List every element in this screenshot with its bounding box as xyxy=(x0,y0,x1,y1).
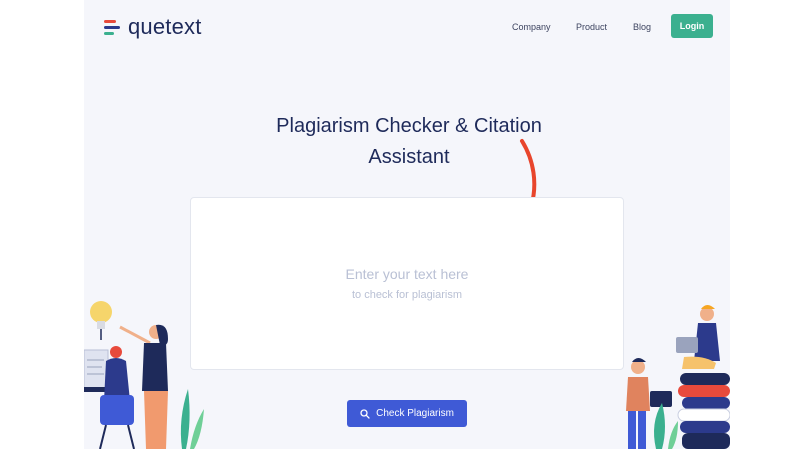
check-plagiarism-label: Check Plagiarism xyxy=(376,408,454,419)
search-icon xyxy=(360,408,370,419)
page-background: quetext Company Product Blog Login Plagi… xyxy=(84,0,730,449)
login-button[interactable]: Login xyxy=(671,14,713,38)
logo-icon xyxy=(104,18,122,36)
right-illustration xyxy=(626,305,730,449)
check-plagiarism-button[interactable]: Check Plagiarism xyxy=(347,400,467,427)
nav-company[interactable]: Company xyxy=(512,22,551,32)
placeholder-sub: to check for plagiarism xyxy=(351,289,463,301)
brand-name: quetext xyxy=(128,14,202,39)
nav-product[interactable]: Product xyxy=(576,22,607,32)
text-input-area[interactable]: Enter your text here to check for plagia… xyxy=(190,197,624,370)
placeholder-main: Enter your text here xyxy=(345,266,469,282)
left-illustration xyxy=(84,301,204,449)
brand-logo[interactable]: quetext xyxy=(104,14,202,40)
nav-blog[interactable]: Blog xyxy=(633,22,651,32)
